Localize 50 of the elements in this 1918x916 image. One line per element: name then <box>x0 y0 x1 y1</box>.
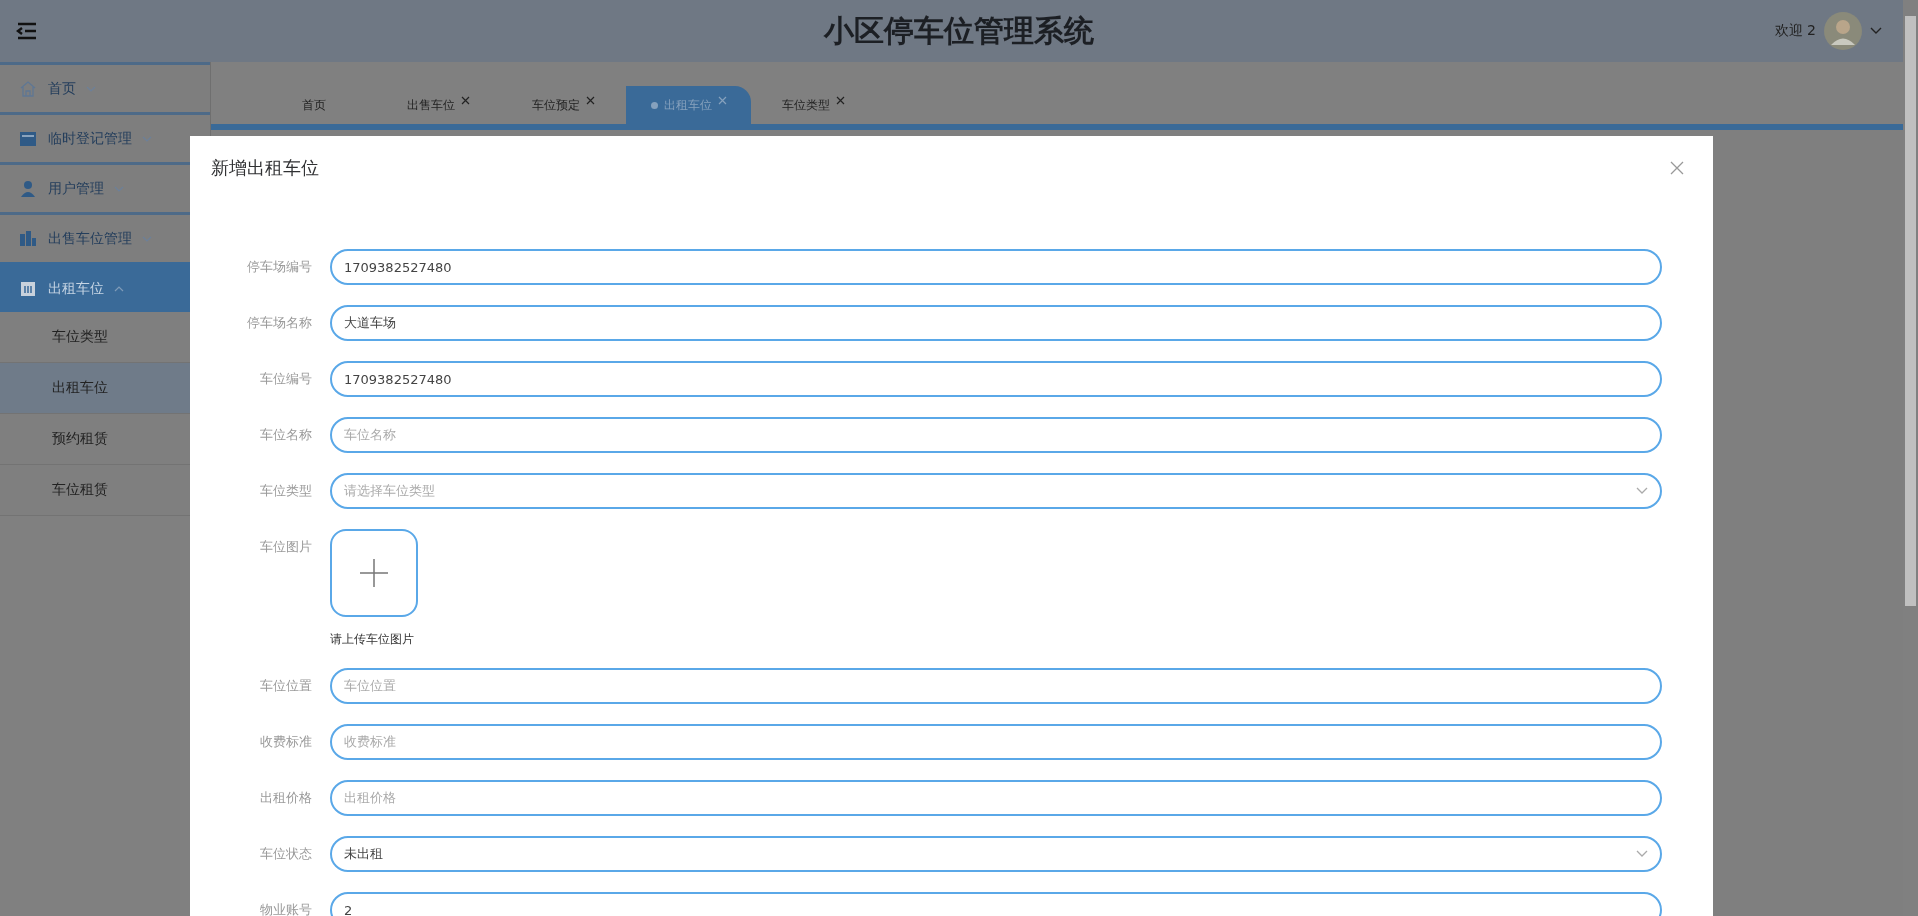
dialog-title: 新增出租车位 <box>211 156 319 180</box>
input-field[interactable]: 车位名称 <box>330 417 1662 453</box>
select-field[interactable]: 请选择车位类型 <box>330 473 1662 509</box>
input-field[interactable]: 出租价格 <box>330 780 1662 816</box>
field-label: 车位图片 <box>259 538 313 556</box>
input-field[interactable]: 1709382527480 <box>330 361 1662 397</box>
close-icon[interactable] <box>1670 161 1684 175</box>
caret-icon <box>1636 487 1648 495</box>
close-icon[interactable] <box>461 95 470 105</box>
field-label: 出租价格 <box>259 789 313 807</box>
field-label: 车位类型 <box>259 482 313 500</box>
input-field[interactable]: 收费标准 <box>330 724 1662 760</box>
close-icon[interactable] <box>836 95 845 105</box>
upload-button[interactable] <box>330 529 418 617</box>
tab[interactable]: 出售车位 <box>376 86 501 124</box>
close-icon[interactable] <box>717 95 727 105</box>
input-field[interactable]: 大道车场 <box>330 305 1662 341</box>
field-label: 车位名称 <box>259 426 313 444</box>
input-field[interactable]: 2 <box>330 892 1662 916</box>
menu-icon[interactable] <box>16 22 38 40</box>
input-field[interactable]: 车位位置 <box>330 668 1662 704</box>
caret-icon[interactable] <box>1870 27 1882 35</box>
chevron-icon <box>142 234 152 243</box>
field-label: 物业账号 <box>259 901 313 916</box>
field-label: 车位编号 <box>259 370 313 388</box>
chevron-icon <box>114 284 124 293</box>
tab[interactable]: 车位类型 <box>751 86 876 124</box>
app-title: 小区停车位管理系统 <box>824 11 1094 50</box>
chevron-icon <box>142 134 152 143</box>
field-label: 车位状态 <box>259 845 313 863</box>
plus-icon <box>359 558 389 588</box>
field-label: 停车场名称 <box>246 314 313 332</box>
dot-icon <box>650 101 658 109</box>
tab[interactable]: 出租车位 <box>626 86 751 124</box>
tab[interactable]: 首页 <box>251 86 376 124</box>
field-label: 停车场编号 <box>246 258 313 276</box>
sidebar-icon <box>18 178 38 199</box>
welcome-text: 欢迎 2 <box>1774 22 1816 40</box>
field-label: 车位位置 <box>259 677 313 695</box>
avatar-icon[interactable] <box>1824 12 1862 50</box>
sidebar-icon <box>18 228 38 249</box>
close-icon[interactable] <box>586 95 595 105</box>
caret-icon <box>1636 850 1648 858</box>
select-field[interactable]: 未出租 <box>330 836 1662 872</box>
chevron-icon <box>114 184 124 193</box>
chevron-icon <box>86 84 96 93</box>
tab[interactable]: 车位预定 <box>501 86 626 124</box>
upload-hint: 请上传车位图片 <box>330 631 414 648</box>
field-label: 收费标准 <box>259 733 313 751</box>
input-field[interactable]: 1709382527480 <box>330 249 1662 285</box>
